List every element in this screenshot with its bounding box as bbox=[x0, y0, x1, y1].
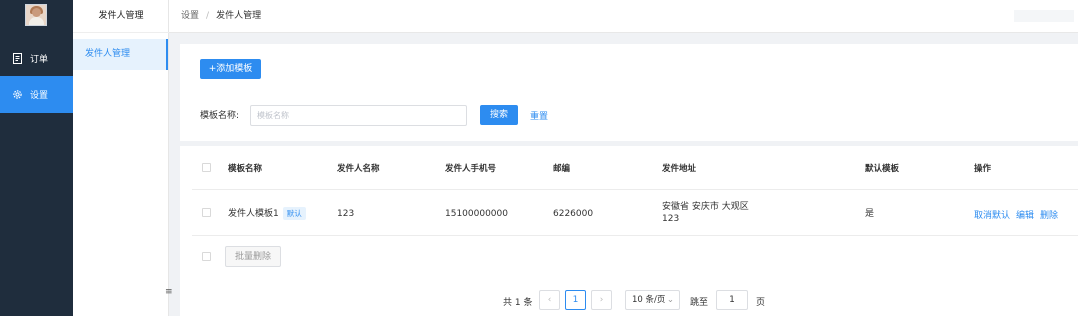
batch-delete-button[interactable]: 批量删除 bbox=[225, 246, 281, 267]
nav-item-label: 订单 bbox=[30, 55, 49, 65]
sub-menu: 发件人管理 发件人管理 ≡ bbox=[73, 0, 173, 316]
breadcrumb-item-settings[interactable]: 设置 bbox=[181, 11, 199, 21]
cell-address-line1: 安徽省 安庆市 大观区 bbox=[662, 202, 749, 212]
cell-sender-name: 123 bbox=[337, 209, 355, 219]
template-table: 模板名称 发件人名称 发件人手机号 邮编 发件地址 默认模板 操作 发件人模板1… bbox=[180, 146, 1078, 316]
edit-link[interactable]: 编辑 bbox=[1016, 208, 1034, 221]
reset-button[interactable]: 重置 bbox=[530, 109, 548, 122]
cell-address-line2: 123 bbox=[662, 214, 680, 224]
top-header: 设置 / 发件人管理 bbox=[169, 0, 1078, 33]
table-divider bbox=[192, 189, 1078, 190]
search-button[interactable]: 搜索 bbox=[480, 105, 518, 125]
column-header-address: 发件地址 bbox=[662, 164, 697, 174]
delete-link[interactable]: 删除 bbox=[1040, 208, 1058, 221]
cancel-default-link[interactable]: 取消默认 bbox=[974, 208, 1010, 221]
batch-select-checkbox[interactable] bbox=[202, 252, 211, 261]
document-icon bbox=[12, 53, 23, 64]
cell-zip: 6226000 bbox=[553, 209, 594, 219]
breadcrumb: 设置 / 发件人管理 bbox=[181, 0, 261, 33]
cell-phone: 15100000000 bbox=[445, 209, 508, 219]
menu-collapse-icon[interactable]: ≡ bbox=[165, 287, 173, 297]
jump-label: 跳至 bbox=[690, 298, 709, 308]
page-number-button[interactable]: 1 bbox=[565, 290, 586, 310]
breadcrumb-separator: / bbox=[206, 11, 210, 21]
template-name-text: 发件人模板1 bbox=[228, 209, 279, 219]
prev-page-button[interactable]: ‹ bbox=[539, 290, 560, 310]
cell-default: 是 bbox=[865, 209, 875, 219]
cell-template-name: 发件人模板1 默认 bbox=[228, 207, 306, 220]
column-header-sender-name: 发件人名称 bbox=[337, 164, 380, 174]
table-divider bbox=[192, 235, 1078, 236]
jump-page-input[interactable] bbox=[716, 290, 748, 310]
page-size-value: 10 条/页 bbox=[632, 295, 666, 305]
breadcrumb-item-current: 发件人管理 bbox=[216, 11, 262, 21]
gear-icon bbox=[12, 89, 23, 100]
select-all-checkbox[interactable] bbox=[202, 163, 211, 172]
chevron-down-icon: ⌄ bbox=[666, 295, 674, 305]
submenu-item-sender-management[interactable]: 发件人管理 bbox=[73, 39, 168, 70]
column-header-sender-phone: 发件人手机号 bbox=[445, 164, 497, 174]
page-size-select[interactable]: 10 条/页 ⌄ bbox=[625, 290, 680, 310]
header-placeholder bbox=[1014, 10, 1074, 22]
submenu-title: 发件人管理 bbox=[73, 0, 169, 33]
pagination-total: 共 1 条 bbox=[503, 298, 533, 308]
template-name-input[interactable] bbox=[250, 105, 467, 126]
nav-item-label: 设置 bbox=[30, 91, 49, 101]
next-page-button[interactable]: › bbox=[591, 290, 612, 310]
nav-item-orders[interactable]: 订单 bbox=[0, 40, 73, 77]
user-avatar[interactable] bbox=[25, 4, 47, 26]
filter-label: 模板名称: bbox=[200, 111, 240, 121]
main-nav: 订单 设置 bbox=[0, 0, 73, 316]
jump-suffix: 页 bbox=[756, 298, 766, 308]
default-badge: 默认 bbox=[282, 207, 306, 220]
add-template-button[interactable]: +添加模板 bbox=[200, 59, 261, 79]
column-header-zip: 邮编 bbox=[553, 164, 571, 174]
filter-panel: +添加模板 模板名称: 搜索 重置 bbox=[180, 44, 1078, 141]
column-header-template-name: 模板名称 bbox=[228, 164, 263, 174]
nav-item-settings[interactable]: 设置 bbox=[0, 76, 73, 113]
column-header-default: 默认模板 bbox=[865, 164, 900, 174]
column-header-actions: 操作 bbox=[974, 164, 992, 174]
row-checkbox[interactable] bbox=[202, 208, 211, 217]
